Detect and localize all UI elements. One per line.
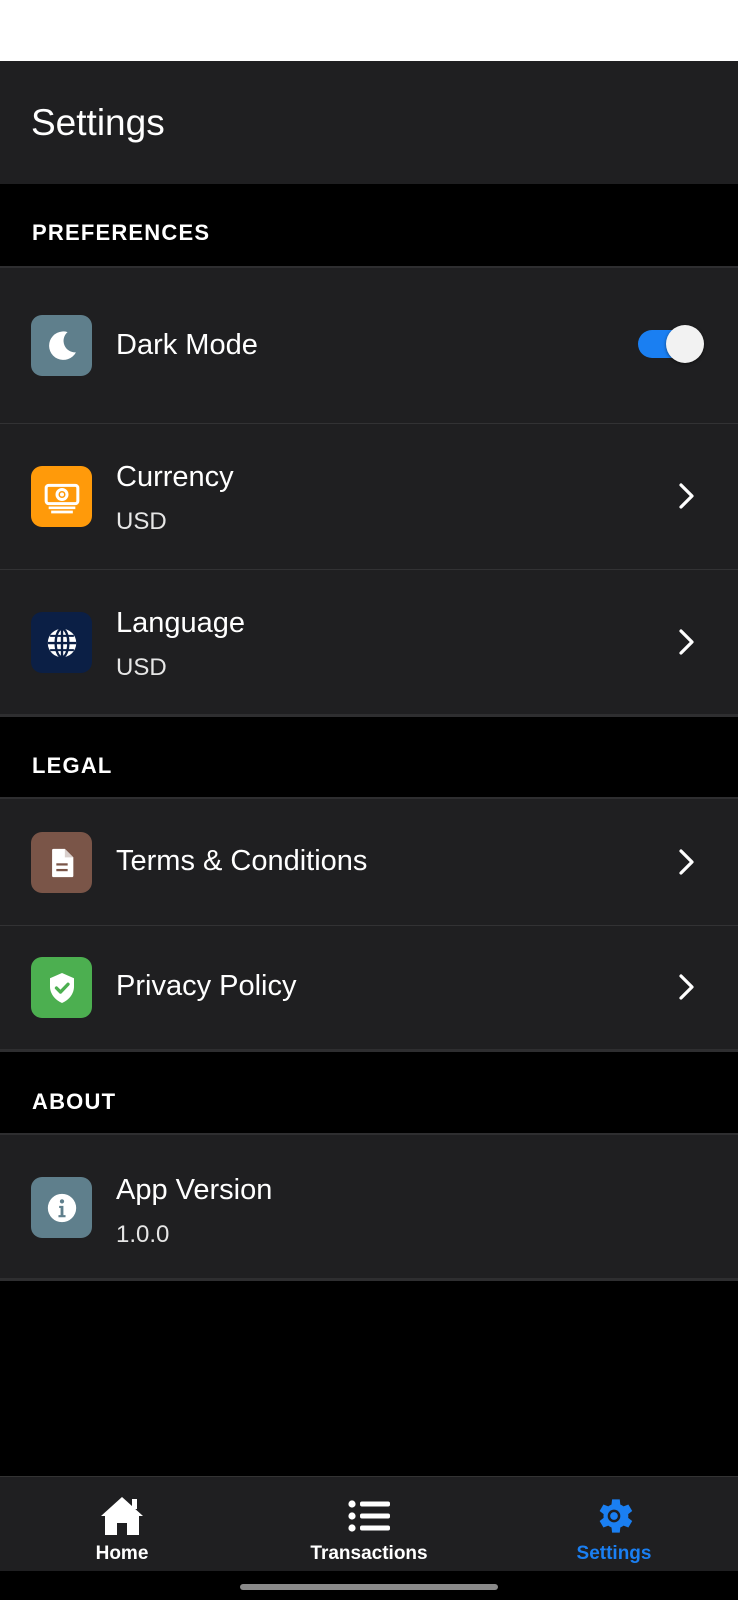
tab-settings-label: Settings xyxy=(576,1543,652,1564)
home-indicator xyxy=(240,1584,498,1590)
dark-mode-row[interactable]: Dark Mode xyxy=(0,268,738,423)
preferences-group: Dark Mode Currency USD Language USD xyxy=(0,266,738,717)
chevron-right-icon xyxy=(679,974,694,1000)
chevron-right-icon xyxy=(679,849,694,875)
about-group: App Version 1.0.0 xyxy=(0,1133,738,1281)
language-value: USD xyxy=(116,654,167,681)
legal-group: Terms & Conditions Privacy Policy xyxy=(0,797,738,1052)
globe-icon xyxy=(31,612,92,673)
app-version-row: App Version 1.0.0 xyxy=(0,1135,738,1278)
privacy-label: Privacy Policy xyxy=(116,970,297,1002)
app-version-value: 1.0.0 xyxy=(116,1221,170,1248)
chevron-right-icon xyxy=(679,483,694,509)
app-version-label: App Version xyxy=(116,1174,273,1206)
moon-icon xyxy=(31,315,92,376)
dark-mode-label: Dark Mode xyxy=(116,329,258,361)
tab-settings[interactable]: Settings xyxy=(554,1477,674,1572)
currency-value: USD xyxy=(116,508,167,535)
money-icon xyxy=(31,466,92,527)
bottom-tab-bar: Home Transactions Settings xyxy=(0,1476,738,1571)
language-row[interactable]: Language USD xyxy=(0,569,738,714)
gear-icon xyxy=(591,1493,637,1539)
document-icon xyxy=(31,832,92,893)
app-header: Settings xyxy=(0,61,738,184)
privacy-row[interactable]: Privacy Policy xyxy=(0,925,738,1049)
language-label: Language xyxy=(116,607,246,639)
tab-home-label: Home xyxy=(95,1543,149,1564)
tab-home[interactable]: Home xyxy=(60,1477,184,1572)
list-icon xyxy=(347,1493,391,1539)
currency-label: Currency xyxy=(116,461,234,493)
terms-row[interactable]: Terms & Conditions xyxy=(0,799,738,925)
shield-check-icon xyxy=(31,957,92,1018)
section-label-about: ABOUT xyxy=(32,1089,117,1114)
tab-transactions-label: Transactions xyxy=(310,1543,428,1564)
home-icon xyxy=(98,1493,146,1539)
dark-mode-toggle[interactable] xyxy=(638,325,704,363)
status-bar xyxy=(0,0,738,61)
page-title: Settings xyxy=(31,102,165,143)
tab-transactions[interactable]: Transactions xyxy=(293,1477,445,1572)
toggle-knob xyxy=(666,325,704,363)
info-icon xyxy=(31,1177,92,1238)
chevron-right-icon xyxy=(679,629,694,655)
section-label-preferences: PREFERENCES xyxy=(32,220,211,245)
section-label-legal: LEGAL xyxy=(32,753,113,778)
currency-row[interactable]: Currency USD xyxy=(0,423,738,569)
terms-label: Terms & Conditions xyxy=(116,845,368,877)
